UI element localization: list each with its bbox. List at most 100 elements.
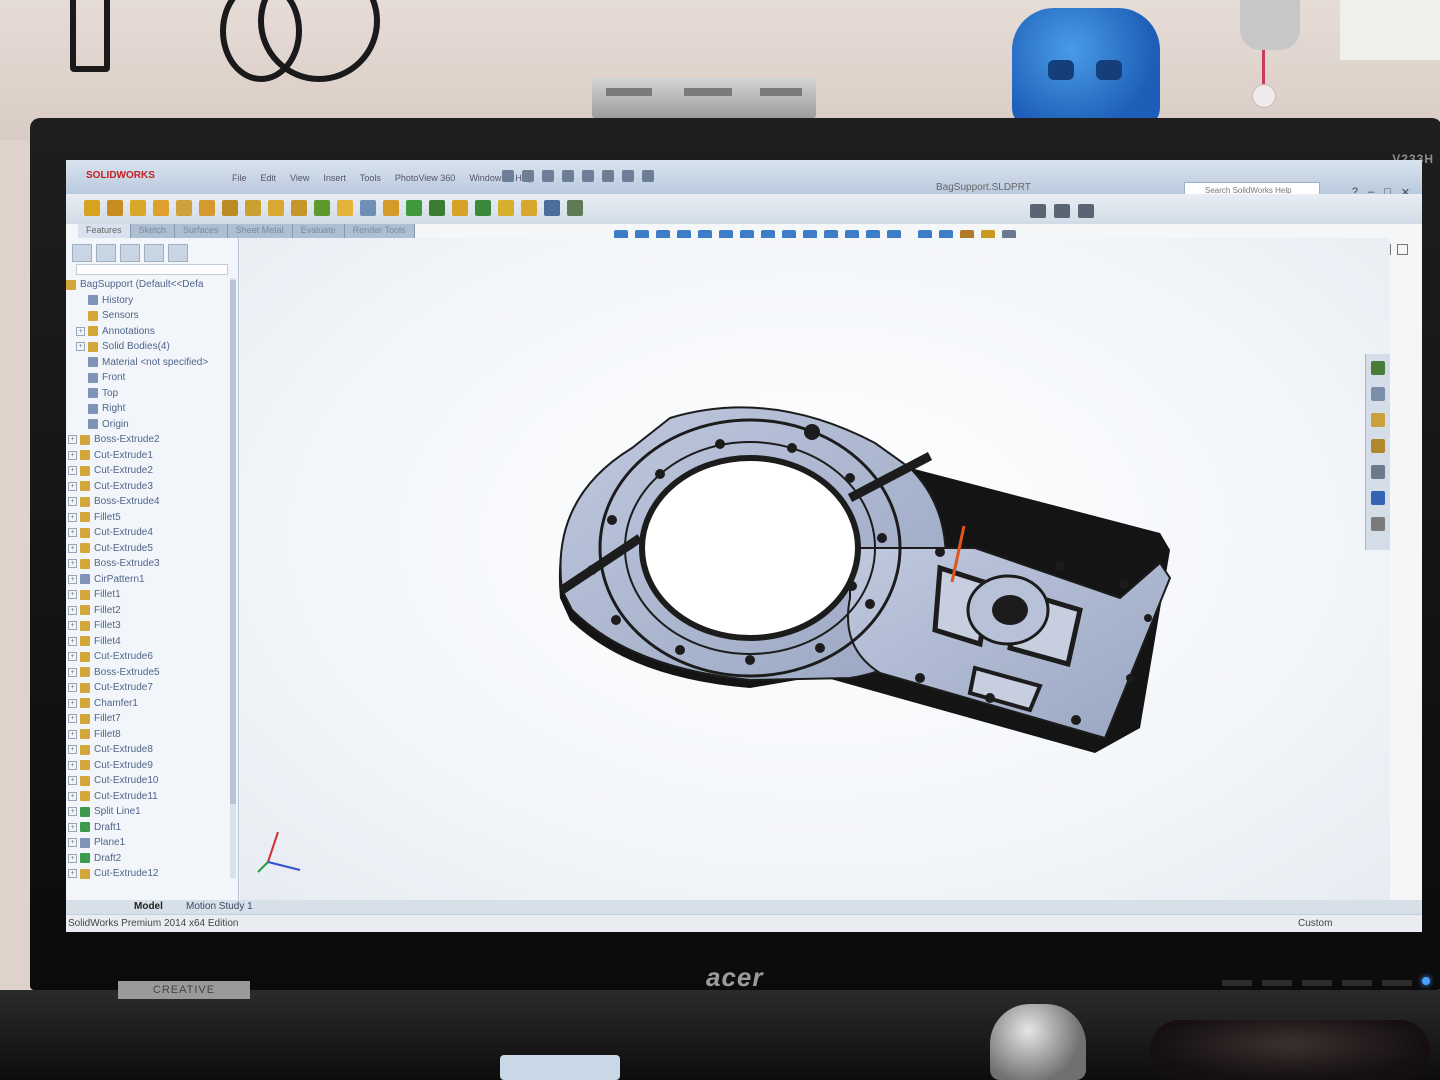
expand-icon[interactable]: + [68,714,77,724]
expand-icon[interactable]: + [68,435,77,445]
pattern-icon[interactable] [360,200,376,216]
wrap-icon[interactable] [452,200,468,216]
tree-item[interactable]: + Cut-Extrude8 [66,742,234,758]
swept-cut-icon[interactable] [268,200,284,216]
boundary-cut-icon[interactable] [314,200,330,216]
featuremanager-tab-icon[interactable] [72,244,92,262]
tab-model[interactable]: Model [134,901,163,912]
expand-icon[interactable]: + [68,791,77,801]
undo-icon[interactable] [582,170,594,182]
tab-features[interactable]: Features [78,224,131,238]
expand-icon[interactable]: + [68,528,77,538]
tree-item[interactable]: + Annotations [66,324,234,340]
open-icon[interactable] [522,170,534,182]
intersect-icon[interactable] [475,200,491,216]
tab-motion-study[interactable]: Motion Study 1 [186,901,253,912]
expand-icon[interactable]: + [68,869,77,879]
lofted-boss-icon[interactable] [153,200,169,216]
file-explorer-icon[interactable] [1371,413,1385,427]
menu-insert[interactable]: Insert [323,173,346,183]
tree-item[interactable]: + Cut-Extrude7 [66,680,234,696]
shell-icon[interactable] [429,200,445,216]
expand-icon[interactable]: + [68,853,77,863]
expand-icon[interactable]: + [68,605,77,615]
propertymanager-tab-icon[interactable] [96,244,116,262]
new-icon[interactable] [502,170,514,182]
reference-geometry-icon[interactable] [521,200,537,216]
expand-icon[interactable]: + [68,497,77,507]
scene-icon[interactable] [1078,204,1094,218]
menu-file[interactable]: File [232,173,247,183]
tree-item[interactable]: + Fillet3 [66,618,234,634]
tree-item[interactable]: + Boss-Extrude3 [66,556,234,572]
tree-item[interactable]: + Fillet5 [66,510,234,526]
expand-icon[interactable]: + [68,776,77,786]
tree-item[interactable]: + Cut-Extrude10 [66,773,234,789]
expand-icon[interactable]: + [68,698,77,708]
tree-item[interactable]: + Cut-Extrude12 [66,866,234,882]
expand-icon[interactable]: + [76,342,85,352]
expand-icon[interactable]: + [68,636,77,646]
display-manager-tab-icon[interactable] [168,244,188,262]
print-icon[interactable] [562,170,574,182]
expand-icon[interactable]: + [68,838,77,848]
expand-icon[interactable]: + [68,481,77,491]
tree-item[interactable]: + Cut-Extrude9 [66,758,234,774]
tree-item[interactable]: + Fillet2 [66,603,234,619]
tree-item[interactable]: + CirPattern1 [66,572,234,588]
tree-filter-input[interactable] [76,264,228,275]
camera-icon[interactable] [1030,204,1046,218]
menu-photoview[interactable]: PhotoView 360 [395,173,455,183]
tree-item[interactable]: + Draft1 [66,820,234,836]
tree-item[interactable]: + Cut-Extrude4 [66,525,234,541]
rebuild-icon[interactable] [622,170,634,182]
expand-icon[interactable]: + [68,574,77,584]
expand-icon[interactable]: + [68,807,77,817]
expand-icon[interactable]: + [68,683,77,693]
tree-scrollbar[interactable] [230,278,236,878]
menu-edit[interactable]: Edit [261,173,277,183]
dimxpert-tab-icon[interactable] [144,244,164,262]
tree-scroll-thumb[interactable] [230,280,236,804]
expand-icon[interactable]: + [76,326,85,336]
expand-icon[interactable]: + [68,543,77,553]
expand-icon[interactable]: + [68,760,77,770]
fillet-icon[interactable] [337,200,353,216]
expand-icon[interactable]: + [68,466,77,476]
tab-sheet-metal[interactable]: Sheet Metal [227,224,293,238]
tree-item[interactable]: + Plane1 [66,835,234,851]
revolved-boss-icon[interactable] [107,200,123,216]
extruded-boss-icon[interactable] [84,200,100,216]
tree-item[interactable]: + Cut-Extrude11 [66,789,234,805]
tree-item[interactable]: + Cut-Extrude3 [66,479,234,495]
view-palette-icon[interactable] [1371,439,1385,453]
expand-icon[interactable]: + [68,667,77,677]
extruded-cut-icon[interactable] [199,200,215,216]
tree-item[interactable]: History [66,293,234,309]
expand-icon[interactable]: + [68,559,77,569]
tree-item[interactable]: + Boss-Extrude5 [66,665,234,681]
menu-tools[interactable]: Tools [360,173,381,183]
document-recovery-icon[interactable] [1371,517,1385,531]
tree-item[interactable]: Top [66,386,234,402]
tree-item[interactable]: + Boss-Extrude2 [66,432,234,448]
viewport-close-icon[interactable] [1397,244,1408,255]
tree-item[interactable]: + Chamfer1 [66,696,234,712]
tree-item[interactable]: + Draft2 [66,851,234,867]
appearance-icon[interactable] [1054,204,1070,218]
tree-item[interactable]: + Cut-Extrude6 [66,649,234,665]
custom-properties-icon[interactable] [1371,491,1385,505]
instant3d-icon[interactable] [567,200,583,216]
tree-item[interactable]: + Fillet7 [66,711,234,727]
tree-item[interactable]: Right [66,401,234,417]
expand-icon[interactable]: + [68,729,77,739]
tab-surfaces[interactable]: Surfaces [175,224,228,238]
options-icon[interactable] [642,170,654,182]
expand-icon[interactable]: + [68,621,77,631]
revolved-cut-icon[interactable] [245,200,261,216]
expand-icon[interactable]: + [68,512,77,522]
design-library-icon[interactable] [1371,387,1385,401]
tree-item[interactable]: + Solid Bodies(4) [66,339,234,355]
tree-item[interactable]: + Fillet4 [66,634,234,650]
tree-item[interactable]: + Fillet1 [66,587,234,603]
